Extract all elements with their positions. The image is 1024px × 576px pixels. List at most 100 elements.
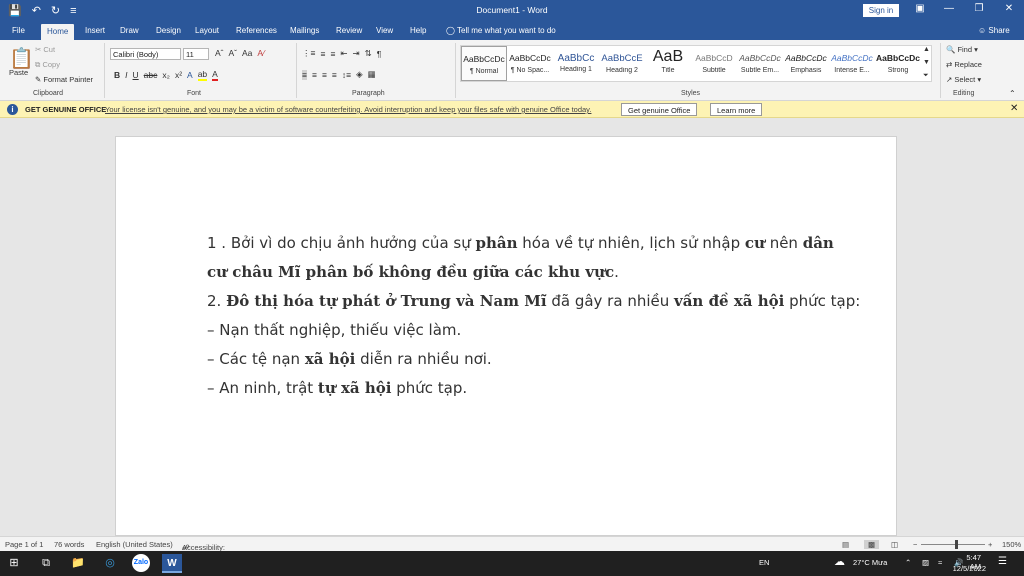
shading-icon[interactable]: ◈ bbox=[356, 69, 363, 80]
style-subtle-emphasis[interactable]: AaBbCcDc Subtle Em... bbox=[737, 46, 783, 81]
document-line[interactable]: – Các tệ nạn xã hội diễn ra nhiều nơi. bbox=[207, 345, 807, 374]
page-count[interactable]: Page 1 of 1 bbox=[5, 540, 43, 549]
tab-draw[interactable]: Draw bbox=[120, 26, 139, 35]
maximize-icon[interactable]: ❐ bbox=[969, 3, 989, 14]
share-button[interactable]: ☺ Share bbox=[978, 26, 1010, 35]
align-center-icon[interactable]: ≡ bbox=[312, 70, 317, 80]
style-heading-2[interactable]: AaBbCcE Heading 2 bbox=[599, 46, 645, 81]
tab-insert[interactable]: Insert bbox=[85, 26, 105, 35]
style-title[interactable]: AaB Title bbox=[645, 46, 691, 81]
underline-icon[interactable]: U bbox=[133, 70, 139, 80]
superscript-icon[interactable]: x² bbox=[175, 70, 182, 80]
borders-icon[interactable]: ▦ bbox=[368, 69, 376, 80]
style-normal[interactable]: AaBbCcDc ¶ Normal bbox=[461, 46, 507, 81]
get-genuine-office-button[interactable]: Get genuine Office bbox=[621, 103, 698, 116]
tab-references[interactable]: References bbox=[236, 26, 277, 35]
copy-button[interactable]: ⧉ Copy bbox=[35, 60, 60, 70]
notification-message-link[interactable]: Your license isn't genuine, and you may … bbox=[105, 105, 591, 114]
subscript-icon[interactable]: x₂ bbox=[162, 70, 170, 80]
style-heading-1[interactable]: AaBbCc Heading 1 bbox=[553, 46, 599, 81]
style-emphasis[interactable]: AaBbCcDc Emphasis bbox=[783, 46, 829, 81]
zoom-slider-thumb[interactable] bbox=[955, 540, 958, 549]
document-canvas[interactable]: 1 . Bởi vì do chịu ảnh hưởng của sự phân… bbox=[0, 118, 1024, 536]
increase-indent-icon[interactable]: ⇥ bbox=[353, 48, 360, 59]
tab-review[interactable]: Review bbox=[336, 26, 362, 35]
document-page[interactable]: 1 . Bởi vì do chịu ảnh hưởng của sự phân… bbox=[115, 136, 897, 536]
document-line[interactable]: – Nạn thất nghiệp, thiếu việc làm. bbox=[207, 316, 807, 345]
minimize-icon[interactable]: — bbox=[939, 3, 959, 14]
tab-home[interactable]: Home bbox=[41, 24, 75, 40]
align-right-icon[interactable]: ≡ bbox=[322, 70, 327, 80]
word-count[interactable]: 76 words bbox=[54, 540, 84, 549]
grow-font-icon[interactable]: Aˆ bbox=[215, 48, 224, 58]
clear-formatting-icon[interactable]: A∕ bbox=[257, 48, 264, 58]
cut-button[interactable]: ✂ Cut bbox=[35, 45, 55, 54]
zoom-out-icon[interactable]: − bbox=[913, 540, 917, 549]
document-body[interactable]: 1 . Bởi vì do chịu ảnh hưởng của sự phân… bbox=[207, 229, 860, 403]
zoom-in-icon[interactable]: + bbox=[988, 540, 992, 549]
close-notification-icon[interactable]: ✕ bbox=[1010, 103, 1018, 114]
tray-overflow-icon[interactable]: ⌃ bbox=[905, 558, 911, 567]
italic-icon[interactable]: I bbox=[125, 70, 127, 80]
windows-start-icon[interactable]: ⊞ bbox=[4, 554, 24, 573]
edge-icon[interactable]: ◎ bbox=[100, 554, 120, 573]
multilevel-list-icon[interactable]: ≡ bbox=[330, 49, 335, 59]
style-intense-emphasis[interactable]: AaBbCcDc Intense E... bbox=[829, 46, 875, 81]
style-subtitle[interactable]: AaBbCcD Subtitle bbox=[691, 46, 737, 81]
sort-icon[interactable]: ⇅ bbox=[365, 48, 372, 59]
align-left-icon[interactable]: ≡ bbox=[302, 69, 307, 80]
paste-button[interactable]: Paste bbox=[9, 68, 28, 77]
close-icon[interactable]: ✕ bbox=[999, 3, 1019, 14]
document-line[interactable]: cư châu Mĩ phân bố không đều giữa các kh… bbox=[207, 258, 807, 287]
styles-scroll-up-icon[interactable]: ▲ bbox=[923, 46, 930, 53]
decrease-indent-icon[interactable]: ⇤ bbox=[340, 48, 347, 59]
task-view-icon[interactable]: ⧉ bbox=[36, 554, 56, 573]
strikethrough-icon[interactable]: abc bbox=[144, 70, 158, 80]
zoom-slider[interactable] bbox=[921, 544, 985, 545]
notifications-icon[interactable]: ☰ bbox=[998, 556, 1007, 567]
tab-layout[interactable]: Layout bbox=[195, 26, 219, 35]
zalo-icon[interactable]: Zalo bbox=[132, 554, 150, 572]
show-marks-icon[interactable]: ¶ bbox=[377, 49, 382, 59]
file-explorer-icon[interactable]: 📁 bbox=[68, 554, 88, 573]
web-layout-icon[interactable]: ◫ bbox=[891, 540, 898, 549]
tell-me-box[interactable]: ◯ Tell me what you want to do bbox=[446, 26, 556, 35]
replace-button[interactable]: ⇄ Replace bbox=[946, 60, 982, 69]
format-painter-button[interactable]: ✎ Format Painter bbox=[35, 75, 93, 84]
bold-icon[interactable]: B bbox=[114, 70, 120, 80]
font-color-icon[interactable]: A bbox=[212, 69, 218, 81]
text-effects-icon[interactable]: A bbox=[187, 70, 193, 80]
collapse-ribbon-icon[interactable]: ⌃ bbox=[1009, 89, 1016, 98]
tab-mailings[interactable]: Mailings bbox=[290, 26, 319, 35]
document-line[interactable]: – An ninh, trật tự xã hội phức tạp. bbox=[207, 374, 807, 403]
font-name-combo[interactable]: Calibri (Body) bbox=[110, 48, 181, 60]
ribbon-display-options-icon[interactable]: ▣ bbox=[910, 3, 930, 14]
bullets-icon[interactable]: ⋮≡ bbox=[302, 48, 315, 59]
tab-help[interactable]: Help bbox=[410, 26, 426, 35]
read-mode-icon[interactable]: ▤ bbox=[842, 540, 849, 549]
zoom-level[interactable]: 150% bbox=[1002, 540, 1021, 549]
style-no-spacing[interactable]: AaBbCcDc ¶ No Spac... bbox=[507, 46, 553, 81]
line-spacing-icon[interactable]: ↕≡ bbox=[342, 70, 351, 80]
clock-date[interactable]: 12/5/2022 bbox=[951, 564, 986, 573]
print-layout-icon[interactable]: ▩ bbox=[864, 540, 880, 549]
tab-file[interactable]: File bbox=[12, 26, 25, 35]
select-button[interactable]: ↗ Select ▾ bbox=[946, 75, 981, 84]
find-button[interactable]: 🔍 Find ▾ bbox=[946, 45, 978, 54]
font-size-combo[interactable]: 11 bbox=[183, 48, 209, 60]
sign-in-button[interactable]: Sign in bbox=[863, 4, 899, 17]
numbering-icon[interactable]: ≡ bbox=[320, 49, 325, 59]
document-line[interactable]: 2. Đô thị hóa tự phát ở Trung và Nam Mĩ … bbox=[207, 287, 860, 316]
justify-icon[interactable]: ≡ bbox=[332, 70, 337, 80]
input-language[interactable]: EN bbox=[759, 558, 769, 567]
style-strong[interactable]: AaBbCcDc Strong bbox=[875, 46, 921, 81]
shrink-font-icon[interactable]: Aˇ bbox=[229, 48, 238, 58]
tab-view[interactable]: View bbox=[376, 26, 393, 35]
tab-design[interactable]: Design bbox=[156, 26, 181, 35]
learn-more-button[interactable]: Learn more bbox=[710, 103, 763, 116]
styles-more-icon[interactable]: ⏷ bbox=[923, 72, 929, 80]
change-case-icon[interactable]: Aa bbox=[242, 48, 252, 58]
styles-scroll-down-icon[interactable]: ▼ bbox=[923, 59, 930, 66]
document-line[interactable]: 1 . Bởi vì do chịu ảnh hưởng của sự phân… bbox=[207, 229, 834, 258]
network-icon[interactable]: ▨ bbox=[922, 558, 929, 567]
